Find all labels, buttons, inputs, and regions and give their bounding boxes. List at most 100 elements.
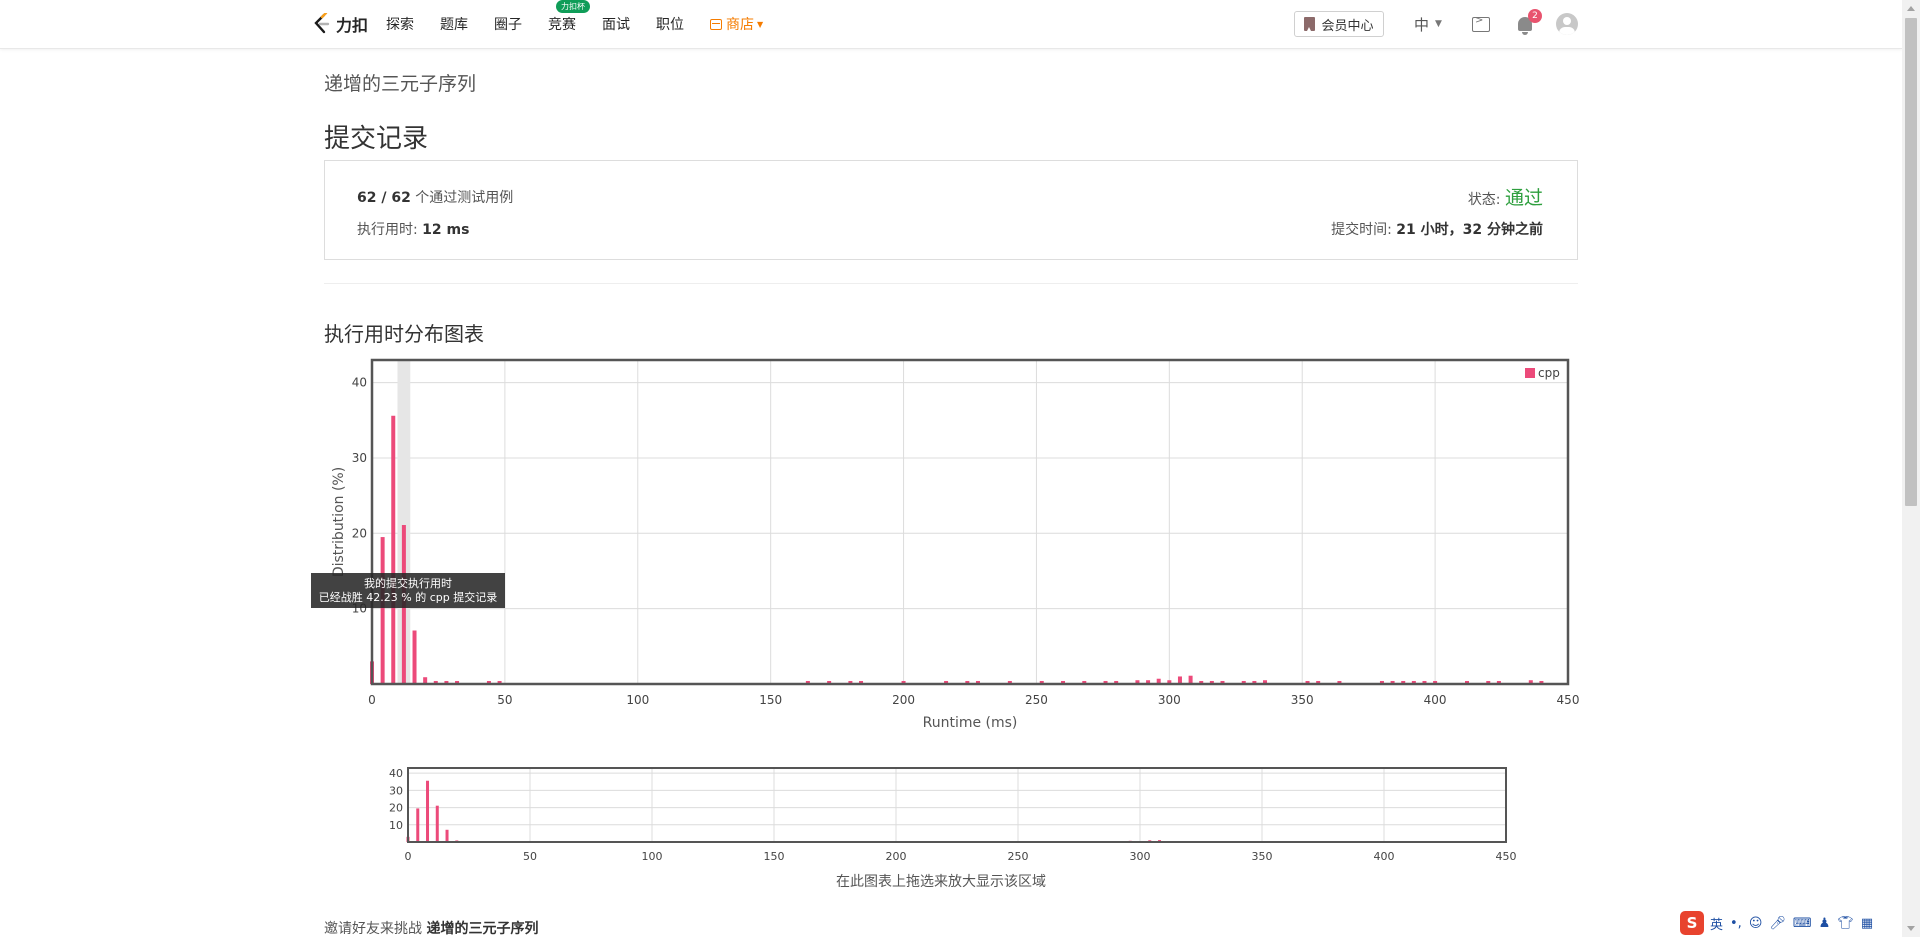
person-icon[interactable]: ♟ bbox=[1819, 916, 1831, 931]
page-title: 提交记录 bbox=[324, 124, 429, 154]
x-tick-label: 100 bbox=[642, 850, 663, 863]
member-center-button[interactable]: 会员中心 bbox=[1294, 11, 1384, 37]
bar bbox=[445, 829, 449, 842]
store-icon bbox=[710, 18, 723, 30]
y-tick-label: 30 bbox=[389, 784, 403, 797]
top-navbar: 力扣 探索 题库 圈子 竞赛 力扣杯 面试 职位 商店 ▼ 会员中心 中 ▼ 2 bbox=[0, 0, 1902, 49]
x-tick-label: 0 bbox=[405, 850, 412, 863]
x-tick-label: 350 bbox=[1252, 850, 1273, 863]
x-axis-title: Runtime (ms) bbox=[923, 715, 1018, 731]
status-row: 状态: 通过 bbox=[1468, 183, 1543, 210]
x-tick-label: 250 bbox=[1025, 693, 1048, 707]
invite-prefix: 邀请好友来挑战 bbox=[324, 921, 422, 937]
leetcode-logo-icon bbox=[314, 13, 330, 34]
y-tick-label: 40 bbox=[389, 767, 403, 780]
scroll-thumb[interactable] bbox=[1905, 18, 1917, 506]
ime-toolbar: S 英 •, ☺ 🎤︎ ⌨ ♟ 👕︎ ▦ bbox=[1680, 911, 1880, 935]
nav-contest[interactable]: 竞赛 力扣杯 bbox=[548, 0, 591, 34]
chart-heading: 执行用时分布图表 bbox=[324, 322, 484, 346]
testcases-suffix: 个通过测试用例 bbox=[415, 190, 514, 206]
runtime-label: 执行用时: bbox=[357, 222, 418, 238]
runtime-distribution-chart[interactable]: 0 50 100 150 200 250 300 350 400 45010203040Runti… bbox=[300, 350, 1580, 740]
language-switcher[interactable]: 中 ▼ bbox=[1414, 14, 1442, 35]
language-label: 中 bbox=[1414, 15, 1430, 34]
x-tick-label: 300 bbox=[1158, 693, 1181, 707]
x-tick-label: 300 bbox=[1130, 850, 1151, 863]
bar bbox=[416, 808, 420, 842]
bar bbox=[426, 780, 430, 842]
sogou-ime-logo[interactable]: S bbox=[1680, 911, 1704, 935]
avatar[interactable] bbox=[1555, 13, 1578, 35]
x-tick-label: 200 bbox=[892, 693, 915, 707]
x-tick-label: 100 bbox=[626, 693, 649, 707]
bar bbox=[391, 415, 396, 684]
nav-interview[interactable]: 面试 bbox=[602, 14, 630, 34]
nav-contest-label: 竞赛 bbox=[548, 17, 577, 33]
runtime-row: 执行用时: 12 ms bbox=[357, 219, 469, 239]
microphone-icon[interactable]: 🎤︎ bbox=[1769, 916, 1786, 931]
x-tick-label: 50 bbox=[497, 693, 512, 707]
bar bbox=[380, 537, 385, 684]
plot-frame bbox=[407, 767, 1507, 843]
x-tick-label: 150 bbox=[759, 693, 782, 707]
page-scrollbar[interactable] bbox=[1902, 0, 1920, 937]
shirt-icon[interactable]: 👕︎ bbox=[1837, 916, 1854, 931]
x-tick-label: 50 bbox=[523, 850, 537, 863]
nav-circle[interactable]: 圈子 bbox=[494, 14, 522, 34]
overview-chart[interactable]: 0 50 100 150 200 250 300 350 400 450 10 20 30 40 bbox=[360, 760, 1520, 866]
y-tick-label: 30 bbox=[352, 451, 367, 465]
scroll-up-arrow-icon[interactable] bbox=[1907, 6, 1915, 11]
x-tick-label: 350 bbox=[1291, 693, 1314, 707]
legend-swatch bbox=[1525, 368, 1535, 378]
nav-store[interactable]: 商店 ▼ bbox=[710, 14, 763, 34]
section-divider bbox=[324, 283, 1578, 284]
bar bbox=[435, 805, 439, 842]
testcases-count: 62 / 62 bbox=[357, 190, 411, 206]
invite-problem-link[interactable]: 递增的三元子序列 bbox=[426, 921, 538, 937]
playground-icon[interactable] bbox=[1471, 15, 1490, 32]
ime-mode[interactable]: 英 bbox=[1710, 914, 1723, 933]
y-tick-label: 20 bbox=[352, 526, 367, 540]
my-submission-tooltip: 我的提交执行用时 已经战胜 42.23 % 的 cpp 提交记录 bbox=[311, 573, 505, 608]
submit-time-row: 提交时间: 21 小时，32 分钟之前 bbox=[1331, 219, 1543, 239]
status-label: 状态: bbox=[1467, 192, 1501, 208]
plot-frame bbox=[370, 358, 1570, 686]
nav-jobs[interactable]: 职位 bbox=[656, 14, 684, 34]
keyboard-icon[interactable]: ⌨ bbox=[1793, 916, 1812, 931]
x-tick-label: 400 bbox=[1424, 693, 1447, 707]
x-tick-label: 0 bbox=[368, 693, 376, 707]
x-tick-label: 450 bbox=[1496, 850, 1517, 863]
status-value: 通过 bbox=[1504, 187, 1543, 209]
submit-time-label: 提交时间: bbox=[1331, 222, 1392, 238]
emoji-icon[interactable]: ☺ bbox=[1749, 916, 1763, 931]
y-axis-title: Distribution (%) bbox=[331, 467, 347, 577]
caret-down-icon: ▼ bbox=[1435, 19, 1442, 29]
member-center-label: 会员中心 bbox=[1321, 18, 1374, 34]
logo-text: 力扣 bbox=[336, 16, 369, 35]
y-tick-label: 10 bbox=[389, 819, 403, 832]
overview-hint: 在此图表上拖选来放大显示该区域 bbox=[836, 874, 1046, 890]
x-tick-label: 400 bbox=[1374, 850, 1395, 863]
tooltip-line1: 我的提交执行用时 bbox=[364, 577, 452, 590]
y-tick-label: 40 bbox=[352, 376, 367, 390]
scroll-down-arrow-icon[interactable] bbox=[1907, 926, 1915, 931]
punctuation-icon[interactable]: •, bbox=[1730, 916, 1742, 931]
tooltip-line2: 已经战胜 42.23 % 的 cpp 提交记录 bbox=[318, 591, 498, 604]
nav-store-label: 商店 bbox=[726, 17, 755, 33]
legend-label: cpp bbox=[1538, 366, 1560, 380]
x-tick-label: 200 bbox=[886, 850, 907, 863]
problem-title-link[interactable]: 递增的三元子序列 bbox=[324, 69, 476, 96]
x-tick-label: 150 bbox=[764, 850, 785, 863]
nav-problemset[interactable]: 题库 bbox=[440, 14, 468, 34]
notifications-button[interactable]: 2 bbox=[1517, 9, 1542, 35]
y-tick-label: 20 bbox=[389, 802, 403, 815]
runtime-value: 12 ms bbox=[422, 222, 470, 238]
grid-icon[interactable]: ▦ bbox=[1861, 916, 1873, 931]
nav-right: 会员中心 中 ▼ 2 bbox=[1294, 0, 1578, 48]
submit-time-value: 21 小时，32 分钟之前 bbox=[1396, 222, 1543, 238]
x-tick-label: 250 bbox=[1008, 850, 1029, 863]
notification-count-badge: 2 bbox=[1527, 9, 1542, 23]
submission-result-panel: 62 / 62 个通过测试用例 执行用时: 12 ms 状态: 通过 提交时间:… bbox=[324, 160, 1578, 260]
nav-explore[interactable]: 探索 bbox=[386, 14, 414, 34]
logo[interactable]: 力扣 bbox=[312, 12, 368, 36]
